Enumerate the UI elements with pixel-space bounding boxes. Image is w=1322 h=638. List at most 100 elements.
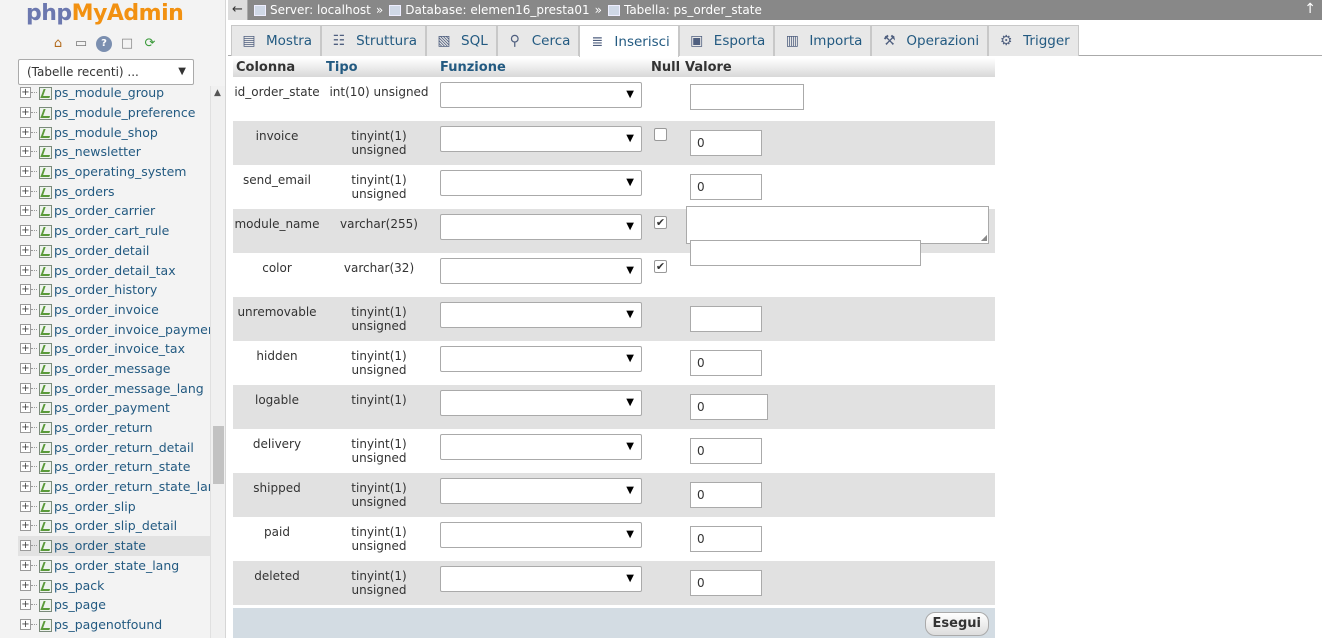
value-input[interactable]: 0 [690, 174, 762, 200]
table-name[interactable]: ps_module_group [54, 85, 164, 100]
tab-cerca[interactable]: ⚲ Cerca [496, 25, 580, 56]
function-select[interactable]: ▼ [440, 522, 642, 548]
table-icon[interactable] [38, 185, 52, 199]
expand-icon[interactable]: + [20, 244, 31, 256]
expand-icon[interactable]: + [20, 284, 31, 296]
table-icon[interactable] [38, 480, 52, 495]
tab-struttura[interactable]: ☷ Struttura [321, 25, 426, 56]
expand-icon[interactable]: + [20, 520, 31, 532]
expand-icon[interactable]: + [20, 382, 31, 394]
header-type[interactable]: Tipo [326, 58, 358, 77]
table-tree-item[interactable]: + ps_page [18, 595, 210, 615]
table-tree-item[interactable]: + ps_order_payment [18, 398, 210, 418]
table-icon[interactable] [38, 165, 52, 180]
table-tree-item[interactable]: + ps_order_invoice [18, 300, 210, 320]
resize-grip-icon[interactable]: ◢ [981, 233, 987, 242]
table-icon[interactable] [38, 126, 52, 140]
expand-icon[interactable]: + [20, 205, 31, 217]
value-input[interactable]: 0 [690, 438, 762, 464]
expand-icon[interactable]: + [20, 185, 31, 197]
tab-mostra[interactable]: ▤ Mostra [231, 25, 322, 56]
table-tree-item[interactable]: + ps_order_return_state_lang [18, 477, 210, 497]
table-icon[interactable] [38, 382, 52, 396]
table-name[interactable]: ps_newsletter [54, 144, 141, 159]
table-name[interactable]: ps_page [54, 597, 106, 612]
table-icon[interactable] [38, 559, 52, 573]
table-name[interactable]: ps_pack [54, 578, 104, 593]
table-tree-item[interactable]: + ps_order_carrier [18, 201, 210, 221]
expand-icon[interactable]: + [20, 540, 31, 552]
table-icon[interactable] [38, 618, 52, 632]
function-select[interactable]: ▼ [440, 170, 642, 196]
table-tree-item[interactable]: + ps_order_detail_tax [18, 260, 210, 280]
value-input[interactable]: 0 [690, 482, 762, 508]
table-name[interactable]: ps_module_shop [54, 125, 158, 140]
table-tree-item[interactable]: + ps_order_invoice_tax [18, 339, 210, 359]
null-checkbox[interactable]: ✔ [654, 216, 667, 229]
table-name[interactable]: ps_order_detail [54, 243, 149, 258]
table-icon[interactable] [38, 441, 52, 455]
null-checkbox[interactable] [654, 128, 667, 141]
table-icon[interactable] [38, 264, 52, 278]
breadcrumb-server[interactable]: Server: localhost [254, 1, 371, 20]
expand-icon[interactable]: + [20, 126, 31, 138]
table-tree-item[interactable]: + ps_pagenotfound [18, 615, 210, 635]
table-name[interactable]: ps_order_invoice_tax [54, 341, 185, 356]
table-icon[interactable] [38, 283, 52, 298]
collapse-nav-icon[interactable]: ← [228, 0, 248, 20]
tab-sql[interactable]: ▧ SQL [426, 25, 497, 56]
expand-icon[interactable]: + [20, 422, 31, 434]
table-tree-item[interactable]: + ps_order_message_lang [18, 378, 210, 398]
table-name[interactable]: ps_order_invoice_payment [54, 322, 210, 337]
function-select[interactable]: ▼ [440, 126, 642, 152]
value-input[interactable]: 0 [690, 130, 762, 156]
table-tree-item[interactable]: + ps_orders [18, 181, 210, 201]
expand-icon[interactable]: + [20, 343, 31, 355]
value-input[interactable]: 0 [690, 570, 762, 596]
table-tree-item[interactable]: + ps_order_slip_detail [18, 516, 210, 536]
table-tree-item[interactable]: + ps_order_detail [18, 241, 210, 261]
table-name[interactable]: ps_order_state_lang [54, 558, 179, 573]
function-select[interactable]: ▼ [440, 478, 642, 504]
tab-esporta[interactable]: ▣ Esporta [678, 25, 775, 56]
scrollbar-thumb[interactable] [213, 426, 224, 484]
table-name[interactable]: ps_order_slip_detail [54, 518, 177, 533]
tab-trigger[interactable]: ⚙ Trigger [988, 25, 1079, 56]
table-tree-item[interactable]: + ps_order_return [18, 418, 210, 438]
docs-icon[interactable]: □ [119, 36, 135, 52]
table-name[interactable]: ps_orders [54, 184, 115, 199]
phpmyadmin-logo[interactable]: phpMyAdmin [26, 0, 184, 30]
table-icon[interactable] [38, 244, 52, 258]
expand-icon[interactable]: + [20, 481, 31, 493]
recent-tables-select[interactable]: (Tabelle recenti) ... ▼ [18, 59, 194, 85]
value-input[interactable] [690, 306, 762, 332]
table-name[interactable]: ps_order_message [54, 361, 170, 376]
table-name[interactable]: ps_order_carrier [54, 203, 155, 218]
table-icon[interactable] [38, 224, 52, 239]
table-tree-item[interactable]: + ps_newsletter [18, 142, 210, 162]
table-name[interactable]: ps_operating_system [54, 164, 186, 179]
tree-scrollbar[interactable]: ▲ [210, 86, 225, 638]
table-icon[interactable] [38, 323, 52, 337]
expand-icon[interactable]: + [20, 225, 31, 237]
table-icon[interactable] [38, 579, 52, 593]
table-tree-item[interactable]: + ps_module_shop [18, 122, 210, 142]
go-button[interactable]: Esegui [924, 612, 989, 636]
value-input[interactable]: 0 [690, 350, 762, 376]
function-select[interactable]: ▼ [440, 390, 642, 416]
tab-inserisci[interactable]: ≣ Inserisci [579, 25, 679, 57]
table-icon[interactable] [38, 460, 52, 475]
table-icon[interactable] [38, 106, 52, 121]
value-input[interactable]: 0 [690, 526, 762, 552]
table-icon[interactable] [38, 519, 52, 534]
table-tree-item[interactable]: + ps_operating_system [18, 162, 210, 182]
function-select[interactable]: ▼ [440, 258, 642, 284]
value-textarea[interactable]: ◢ [686, 206, 989, 244]
table-tree-item[interactable]: + ps_module_group [18, 83, 210, 103]
expand-icon[interactable]: + [20, 303, 31, 315]
expand-icon[interactable]: + [20, 441, 31, 453]
table-name[interactable]: ps_order_history [54, 282, 157, 297]
expand-icon[interactable]: + [20, 146, 31, 158]
expand-icon[interactable]: + [20, 500, 31, 512]
expand-icon[interactable]: + [20, 107, 31, 119]
